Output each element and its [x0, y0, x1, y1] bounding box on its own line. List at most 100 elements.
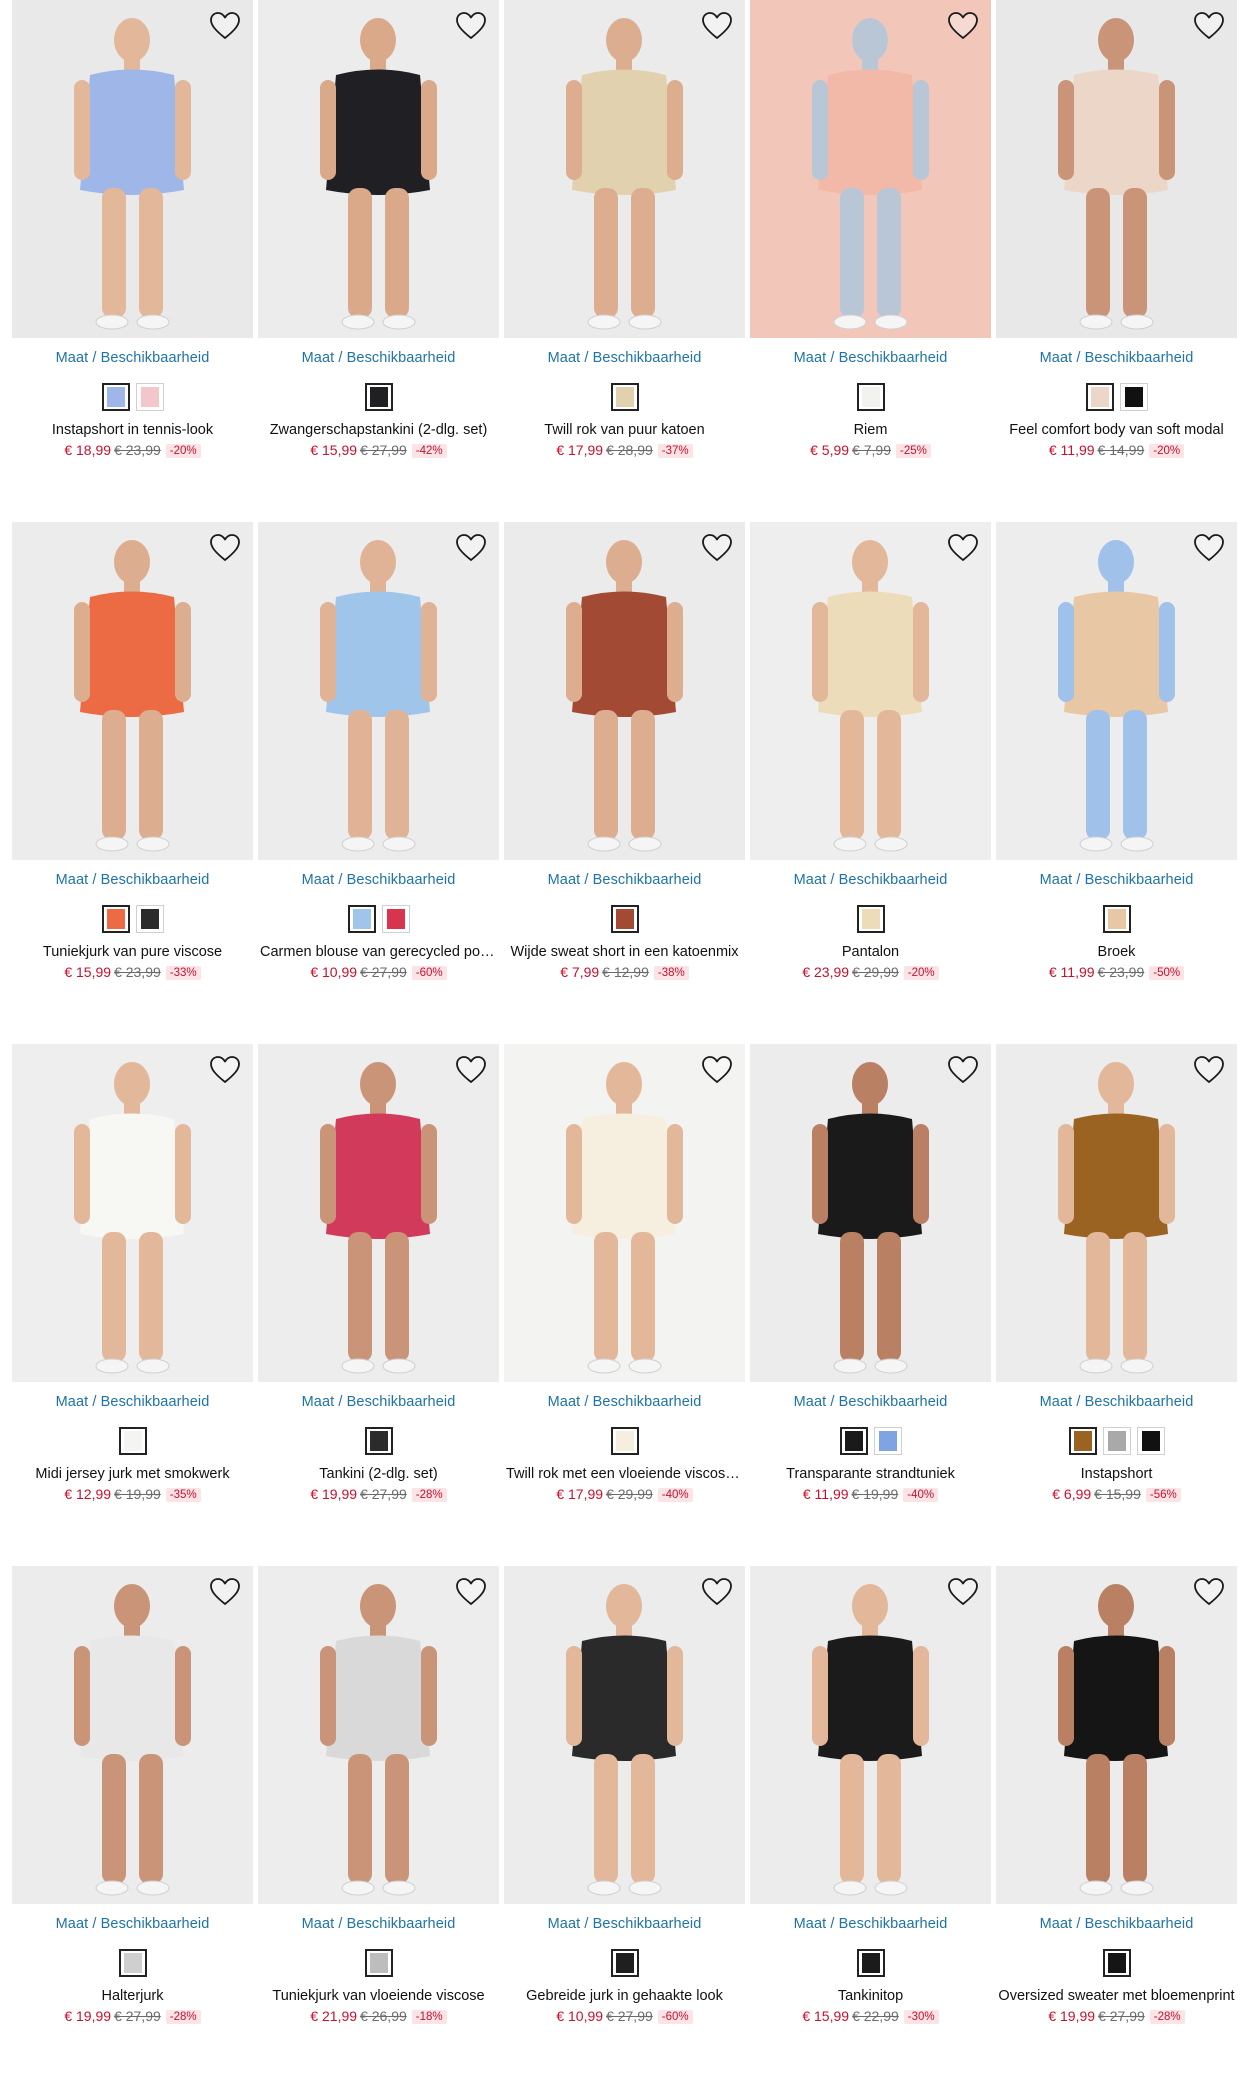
color-swatch[interactable]: [856, 383, 885, 411]
wishlist-heart-icon[interactable]: [207, 530, 243, 566]
product-card[interactable]: Maat / Beschikbaarheid Wijde sweat short …: [504, 522, 745, 1016]
product-name[interactable]: Feel comfort body van soft modal: [996, 422, 1237, 438]
product-image[interactable]: [996, 1044, 1237, 1382]
size-availability-link[interactable]: Maat / Beschikbaarheid: [750, 350, 991, 366]
product-name[interactable]: Oversized sweater met bloemenprint: [996, 1988, 1237, 2004]
wishlist-heart-icon[interactable]: [699, 8, 735, 44]
color-swatch[interactable]: [118, 1949, 147, 1977]
wishlist-heart-icon[interactable]: [945, 1574, 981, 1610]
product-card[interactable]: Maat / Beschikbaarheid Halterjurk € 19,99 €…: [12, 1566, 253, 2060]
color-swatch[interactable]: [347, 905, 376, 933]
color-swatch[interactable]: [856, 905, 885, 933]
color-swatch[interactable]: [364, 1949, 393, 1977]
product-name[interactable]: Carmen blouse van gerecycled polyester: [258, 944, 499, 960]
size-availability-link[interactable]: Maat / Beschikbaarheid: [258, 1394, 499, 1410]
product-card[interactable]: Maat / Beschikbaarheid Twill rok met een …: [504, 1044, 745, 1538]
color-swatch[interactable]: [1085, 383, 1114, 411]
size-availability-link[interactable]: Maat / Beschikbaarheid: [996, 1916, 1237, 1932]
wishlist-heart-icon[interactable]: [1191, 8, 1227, 44]
product-name[interactable]: Zwangerschapstankini (2-dlg. set): [258, 422, 499, 438]
product-card[interactable]: Maat / Beschikbaarheid Tankini (2-dlg. se…: [258, 1044, 499, 1538]
color-swatch[interactable]: [610, 905, 639, 933]
color-swatch[interactable]: [610, 1427, 639, 1455]
product-card[interactable]: Maat / Beschikbaarheid Carmen blouse van …: [258, 522, 499, 1016]
product-name[interactable]: Wijde sweat short in een katoenmix: [504, 944, 745, 960]
product-image[interactable]: [750, 1566, 991, 1904]
product-image[interactable]: [504, 1566, 745, 1904]
wishlist-heart-icon[interactable]: [945, 530, 981, 566]
product-card[interactable]: Maat / Beschikbaarheid Transparante stran…: [750, 1044, 991, 1538]
size-availability-link[interactable]: Maat / Beschikbaarheid: [504, 872, 745, 888]
size-availability-link[interactable]: Maat / Beschikbaarheid: [12, 872, 253, 888]
size-availability-link[interactable]: Maat / Beschikbaarheid: [258, 872, 499, 888]
product-image[interactable]: [996, 522, 1237, 860]
color-swatch[interactable]: [381, 905, 410, 933]
color-swatch[interactable]: [135, 905, 164, 933]
size-availability-link[interactable]: Maat / Beschikbaarheid: [504, 350, 745, 366]
wishlist-heart-icon[interactable]: [699, 1574, 735, 1610]
wishlist-heart-icon[interactable]: [1191, 530, 1227, 566]
color-swatch[interactable]: [135, 383, 164, 411]
product-card[interactable]: Maat / Beschikbaarheid Instapshort € 6,99 €…: [996, 1044, 1237, 1538]
product-card[interactable]: Maat / Beschikbaarheid Zwangerschapstanki…: [258, 0, 499, 494]
wishlist-heart-icon[interactable]: [453, 8, 489, 44]
product-image[interactable]: [504, 1044, 745, 1382]
color-swatch[interactable]: [1102, 1427, 1131, 1455]
product-card[interactable]: Maat / Beschikbaarheid Twill rok van puur…: [504, 0, 745, 494]
size-availability-link[interactable]: Maat / Beschikbaarheid: [504, 1394, 745, 1410]
product-name[interactable]: Instapshort in tennis-look: [12, 422, 253, 438]
size-availability-link[interactable]: Maat / Beschikbaarheid: [258, 350, 499, 366]
size-availability-link[interactable]: Maat / Beschikbaarheid: [996, 350, 1237, 366]
color-swatch[interactable]: [101, 383, 130, 411]
wishlist-heart-icon[interactable]: [945, 8, 981, 44]
product-image[interactable]: [12, 1044, 253, 1382]
color-swatch[interactable]: [364, 1427, 393, 1455]
color-swatch[interactable]: [101, 905, 130, 933]
product-name[interactable]: Midi jersey jurk met smokwerk: [12, 1466, 253, 1482]
wishlist-heart-icon[interactable]: [453, 1574, 489, 1610]
product-card[interactable]: Maat / Beschikbaarheid Pantalon € 23,99 € 2…: [750, 522, 991, 1016]
product-name[interactable]: Instapshort: [996, 1466, 1237, 1482]
color-swatch[interactable]: [364, 383, 393, 411]
size-availability-link[interactable]: Maat / Beschikbaarheid: [750, 872, 991, 888]
product-name[interactable]: Riem: [750, 422, 991, 438]
color-swatch[interactable]: [873, 1427, 902, 1455]
product-image[interactable]: [996, 0, 1237, 338]
wishlist-heart-icon[interactable]: [207, 8, 243, 44]
product-image[interactable]: [258, 1566, 499, 1904]
product-name[interactable]: Transparante strandtuniek: [750, 1466, 991, 1482]
size-availability-link[interactable]: Maat / Beschikbaarheid: [12, 1394, 253, 1410]
product-card[interactable]: Maat / Beschikbaarheid Tuniekjurk van vlo…: [258, 1566, 499, 2060]
color-swatch[interactable]: [1068, 1427, 1097, 1455]
color-swatch[interactable]: [610, 383, 639, 411]
product-image[interactable]: [996, 1566, 1237, 1904]
size-availability-link[interactable]: Maat / Beschikbaarheid: [996, 1394, 1237, 1410]
size-availability-link[interactable]: Maat / Beschikbaarheid: [12, 350, 253, 366]
size-availability-link[interactable]: Maat / Beschikbaarheid: [258, 1916, 499, 1932]
product-name[interactable]: Tankinitop: [750, 1988, 991, 2004]
color-swatch[interactable]: [1102, 1949, 1131, 1977]
product-card[interactable]: Maat / Beschikbaarheid Riem € 5,99 € 7,99 -2…: [750, 0, 991, 494]
product-image[interactable]: [258, 0, 499, 338]
color-swatch[interactable]: [839, 1427, 868, 1455]
size-availability-link[interactable]: Maat / Beschikbaarheid: [750, 1394, 991, 1410]
color-swatch[interactable]: [1102, 905, 1131, 933]
wishlist-heart-icon[interactable]: [207, 1574, 243, 1610]
product-name[interactable]: Twill rok van puur katoen: [504, 422, 745, 438]
size-availability-link[interactable]: Maat / Beschikbaarheid: [12, 1916, 253, 1932]
wishlist-heart-icon[interactable]: [453, 1052, 489, 1088]
product-image[interactable]: [504, 0, 745, 338]
product-name[interactable]: Halterjurk: [12, 1988, 253, 2004]
product-card[interactable]: Maat / Beschikbaarheid Instapshort in ten…: [12, 0, 253, 494]
product-image[interactable]: [12, 0, 253, 338]
product-name[interactable]: Twill rok met een vloeiende viscose look: [504, 1466, 745, 1482]
wishlist-heart-icon[interactable]: [699, 530, 735, 566]
product-image[interactable]: [258, 522, 499, 860]
product-card[interactable]: Maat / Beschikbaarheid Oversized sweater …: [996, 1566, 1237, 2060]
product-card[interactable]: Maat / Beschikbaarheid Tankinitop € 15,99 €…: [750, 1566, 991, 2060]
product-card[interactable]: Maat / Beschikbaarheid Gebreide jurk in g…: [504, 1566, 745, 2060]
product-card[interactable]: Maat / Beschikbaarheid Broek € 11,99 € 23,9…: [996, 522, 1237, 1016]
product-name[interactable]: Pantalon: [750, 944, 991, 960]
size-availability-link[interactable]: Maat / Beschikbaarheid: [504, 1916, 745, 1932]
product-card[interactable]: Maat / Beschikbaarheid Tuniekjurk van pur…: [12, 522, 253, 1016]
